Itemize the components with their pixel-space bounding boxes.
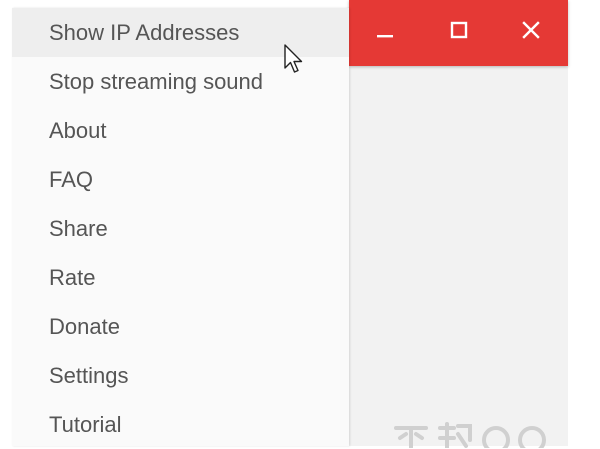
app-window-body (349, 66, 568, 446)
menu-item-settings[interactable]: Settings (12, 351, 349, 400)
menu-item-stop-streaming-sound[interactable]: Stop streaming sound (12, 57, 349, 106)
minimize-button[interactable] (357, 8, 413, 52)
maximize-icon (450, 21, 468, 39)
close-icon (522, 21, 540, 39)
minimize-icon (377, 35, 393, 38)
menu-item-show-ip-addresses[interactable]: Show IP Addresses (12, 8, 349, 57)
menu-item-tutorial[interactable]: Tutorial (12, 400, 349, 449)
close-button[interactable] (503, 8, 559, 52)
menu-item-donate[interactable]: Donate (12, 302, 349, 351)
context-menu: Show IP Addresses Stop streaming sound A… (12, 8, 349, 446)
menu-item-faq[interactable]: FAQ (12, 155, 349, 204)
menu-item-share[interactable]: Share (12, 204, 349, 253)
maximize-button[interactable] (431, 8, 487, 52)
window-titlebar (349, 0, 568, 66)
menu-item-about[interactable]: About (12, 106, 349, 155)
menu-item-rate[interactable]: Rate (12, 253, 349, 302)
